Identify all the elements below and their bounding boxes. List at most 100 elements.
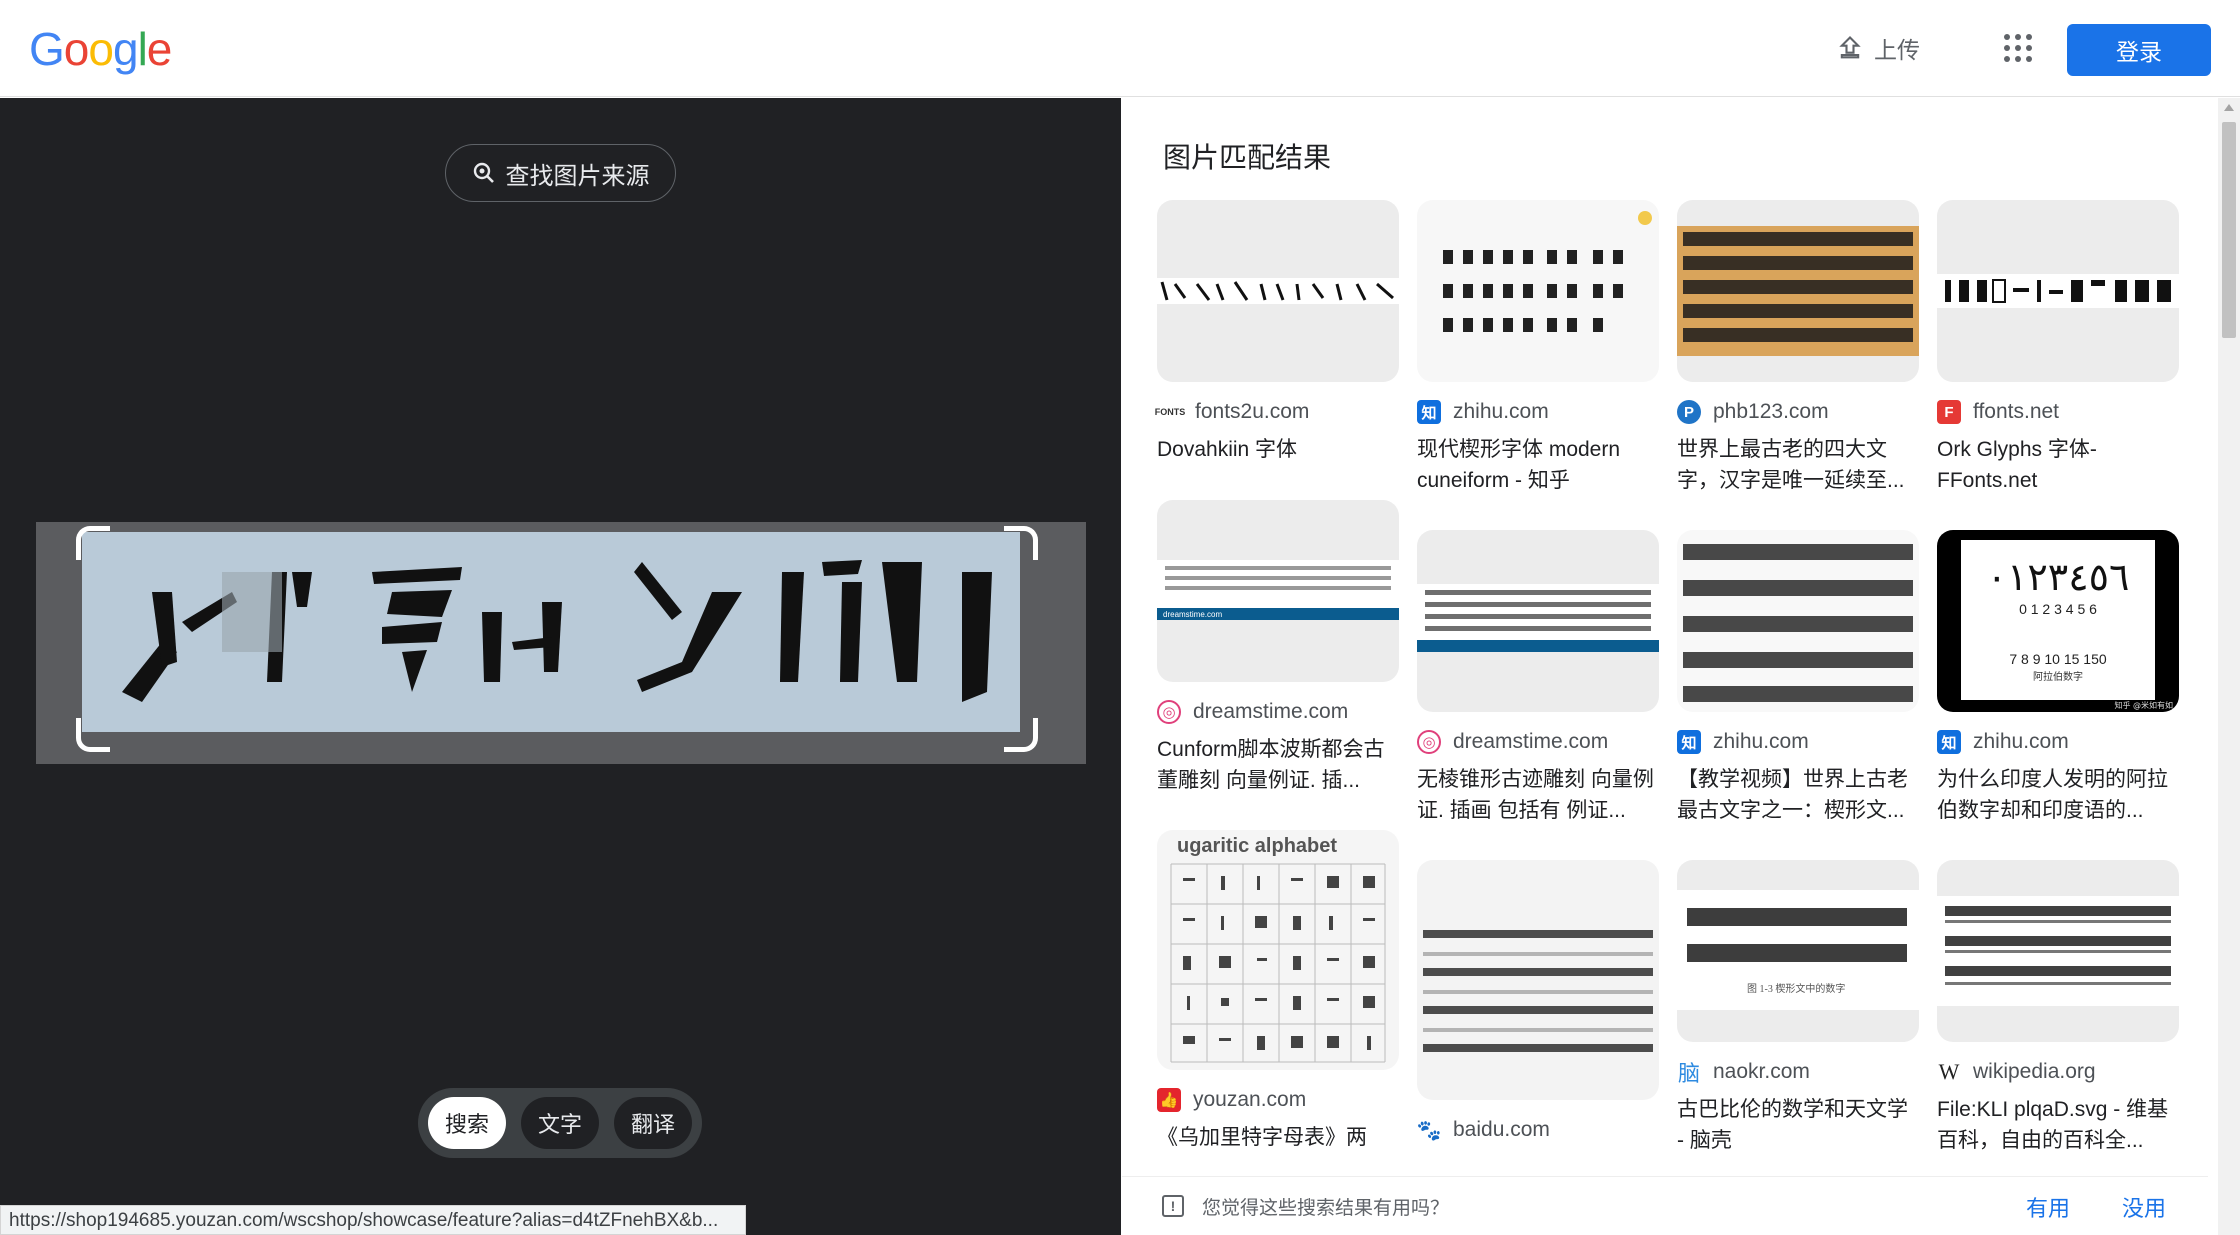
result-thumbnail[interactable]: dreamstime.com [1157, 500, 1399, 682]
apps-grid-icon[interactable] [2004, 34, 2032, 62]
result-card[interactable]: 图 1-3 楔形文中的数字 脑 naokr.com 古巴比伦的数学和天文学 - 脑… [1677, 860, 1919, 1156]
result-title[interactable]: 古巴比伦的数学和天文学 - 脑壳 [1677, 1094, 1919, 1156]
result-site: dreamstime.com [1193, 700, 1349, 723]
digits-caption: 阿拉伯数字 [2033, 670, 2083, 683]
result-thumbnail[interactable] [1677, 530, 1919, 712]
result-title[interactable]: 无棱锥形古迹雕刻 向量例证. 插画 包括有 例证... [1417, 764, 1659, 826]
feedback-no-button[interactable]: 没用 [2122, 1191, 2166, 1223]
scrollbar-thumb[interactable] [2222, 122, 2236, 338]
thumbnail-image [1423, 930, 1653, 1052]
result-card[interactable]: Pphb123.com 世界上最古老的四大文字，汉字是唯一延续至... [1677, 200, 1919, 496]
result-thumbnail[interactable] [1417, 530, 1659, 712]
result-card[interactable]: dreamstime.com ◎ dreamstime.com Cunform脚本… [1157, 500, 1399, 796]
result-site: zhihu.com [1453, 400, 1549, 423]
crop-handle-bottom-right[interactable] [1004, 718, 1038, 752]
zhihu-favicon-icon: 知 [1677, 730, 1701, 754]
result-thumbnail[interactable] [1417, 860, 1659, 1100]
result-site: naokr.com [1713, 1060, 1810, 1083]
crop-handle-top-right[interactable] [1004, 526, 1038, 560]
crop-handle-bottom-left[interactable] [76, 718, 110, 752]
youzan-favicon-icon: 👍 [1157, 1088, 1181, 1112]
top-header: Google 上传 登录 [0, 0, 2240, 97]
thumbnail-image [1677, 226, 1919, 356]
result-title[interactable]: Cunform脚本波斯都会古董雕刻 向量例证. 插... [1157, 734, 1399, 796]
result-card[interactable]: 知 zhihu.com 【教学视频】世界上古老最古文字之一：楔形文... [1677, 530, 1919, 826]
dreamstime-favicon-icon: ◎ [1157, 700, 1181, 724]
fonts2u-favicon-icon: FONTS [1155, 400, 1185, 424]
thumbnail-image [1683, 544, 1913, 702]
western-digits-row: 0 1 2 3 4 5 6 [2019, 601, 2097, 617]
result-card[interactable]: 知 zhihu.com 现代楔形字体 modern cuneiform - 知乎 [1417, 200, 1659, 496]
google-logo[interactable]: Google [29, 22, 172, 76]
results-pane: 图片匹配结果 FONTS fonts2u.com Dovahkiin 字体 dre… [1122, 98, 2240, 1235]
result-title[interactable]: Ork Glyphs 字体- FFonts.net [1937, 434, 2179, 496]
wikipedia-favicon-icon: W [1937, 1059, 1961, 1084]
result-site: zhihu.com [1713, 730, 1809, 753]
result-site: youzan.com [1193, 1088, 1307, 1111]
naokr-favicon-icon: 脑 [1677, 1060, 1701, 1086]
thumbnail-image: ٠١٢٣٤٥٦ 0 1 2 3 4 5 6 7 8 9 10 15 150 阿拉伯数字… [1961, 540, 2173, 710]
scroll-up-arrow-icon[interactable] [2224, 104, 2234, 111]
results-scrollbar[interactable] [2218, 98, 2240, 1235]
find-image-source-button[interactable]: 查找图片来源 [445, 144, 676, 202]
result-card[interactable]: FONTS fonts2u.com Dovahkiin 字体 [1155, 200, 1399, 465]
upload-button[interactable]: 上传 [1836, 28, 1920, 68]
result-card[interactable]: ٠١٢٣٤٥٦ 0 1 2 3 4 5 6 7 8 9 10 15 150 阿拉伯数字… [1937, 530, 2179, 826]
result-site: fonts2u.com [1195, 400, 1310, 423]
result-site: ffonts.net [1973, 400, 2060, 423]
thumbnail-image: 图 1-3 楔形文中的数字 [1677, 890, 1919, 1010]
results-title: 图片匹配结果 [1163, 142, 1332, 173]
result-thumbnail[interactable] [1937, 200, 2179, 382]
result-title[interactable]: File:KLI plqaD.svg - 维基百科，自由的百科全... [1937, 1094, 2179, 1156]
thumbnail-image [1417, 584, 1659, 652]
ffonts-favicon-icon: F [1937, 400, 1961, 424]
dreamstime-favicon-icon: ◎ [1417, 730, 1441, 754]
phb123-favicon-icon: P [1677, 400, 1701, 424]
upload-label: 上传 [1874, 37, 1920, 63]
result-thumbnail[interactable] [1417, 200, 1659, 382]
image-preview[interactable] [36, 522, 1086, 764]
arabic-digits-row: ٠١٢٣٤٥٦ [1987, 555, 2130, 599]
result-thumbnail[interactable] [1677, 200, 1919, 382]
thumbnail-image: dreamstime.com [1157, 560, 1399, 620]
crop-handle-top-left[interactable] [76, 526, 110, 560]
result-title[interactable]: 世界上最古老的四大文字，汉字是唯一延续至... [1677, 434, 1919, 496]
naokr-caption: 图 1-3 楔形文中的数字 [1747, 982, 1845, 995]
result-thumbnail[interactable]: ugaritic alphabet [1157, 830, 1399, 1070]
result-thumbnail[interactable]: 图 1-3 楔形文中的数字 [1677, 860, 1919, 1042]
result-title[interactable]: 【教学视频】世界上古老最古文字之一：楔形文... [1677, 764, 1919, 826]
result-title[interactable]: 《乌加里特字母表》两 [1157, 1122, 1399, 1153]
mode-translate-button[interactable]: 翻译 [614, 1097, 692, 1149]
mode-search-button[interactable]: 搜索 [428, 1097, 506, 1149]
lens-search-icon [473, 162, 494, 183]
result-thumbnail[interactable]: ٠١٢٣٤٥٦ 0 1 2 3 4 5 6 7 8 9 10 15 150 阿拉伯数字… [1937, 530, 2179, 712]
result-site: dreamstime.com [1453, 730, 1609, 753]
feedback-bar: ! 您觉得这些搜索结果有用吗？ 有用 没用 [1122, 1176, 2208, 1235]
result-card[interactable]: ugaritic alphabet 👍 youzan.com 《乌加里特字母表》两 [1157, 830, 1399, 1153]
result-card[interactable]: 🐾 baidu.com [1417, 860, 1659, 1142]
cropped-image-region [82, 532, 1020, 732]
result-card[interactable]: Wwikipedia.org File:KLI plqaD.svg - 维基百科… [1937, 860, 2179, 1156]
result-card[interactable]: Fffonts.net Ork Glyphs 字体- FFonts.net [1937, 200, 2179, 496]
result-thumbnail[interactable] [1157, 200, 1399, 382]
digits-credit: 知乎 @米如有如 [2114, 700, 2173, 710]
result-site: baidu.com [1453, 1118, 1550, 1141]
result-thumbnail[interactable] [1937, 860, 2179, 1042]
thumbnail-image [1937, 274, 2179, 308]
western-digits-row-2: 7 8 9 10 15 150 [2009, 651, 2107, 667]
result-title[interactable]: 为什么印度人发明的阿拉伯数字却和印度语的... [1937, 764, 2179, 826]
result-title[interactable]: 现代楔形字体 modern cuneiform - 知乎 [1417, 434, 1659, 496]
result-site: wikipedia.org [1973, 1060, 2096, 1083]
feedback-yes-button[interactable]: 有用 [2026, 1191, 2070, 1223]
result-card[interactable]: ◎ dreamstime.com 无棱锥形古迹雕刻 向量例证. 插画 包括有 例证… [1417, 530, 1659, 826]
result-site: phb123.com [1713, 400, 1829, 423]
status-bar-url: https://shop194685.youzan.com/wscshop/sh… [0, 1205, 746, 1235]
dreamstime-watermark: dreamstime.com [1163, 610, 1222, 619]
result-site: zhihu.com [1973, 730, 2069, 753]
login-button[interactable]: 登录 [2067, 24, 2211, 76]
zhihu-favicon-icon: 知 [1417, 400, 1441, 424]
mode-text-button[interactable]: 文字 [521, 1097, 599, 1149]
result-title[interactable]: Dovahkiin 字体 [1157, 434, 1399, 465]
ugaritic-heading: ugaritic alphabet [1177, 835, 1337, 857]
feedback-icon: ! [1162, 1195, 1184, 1217]
